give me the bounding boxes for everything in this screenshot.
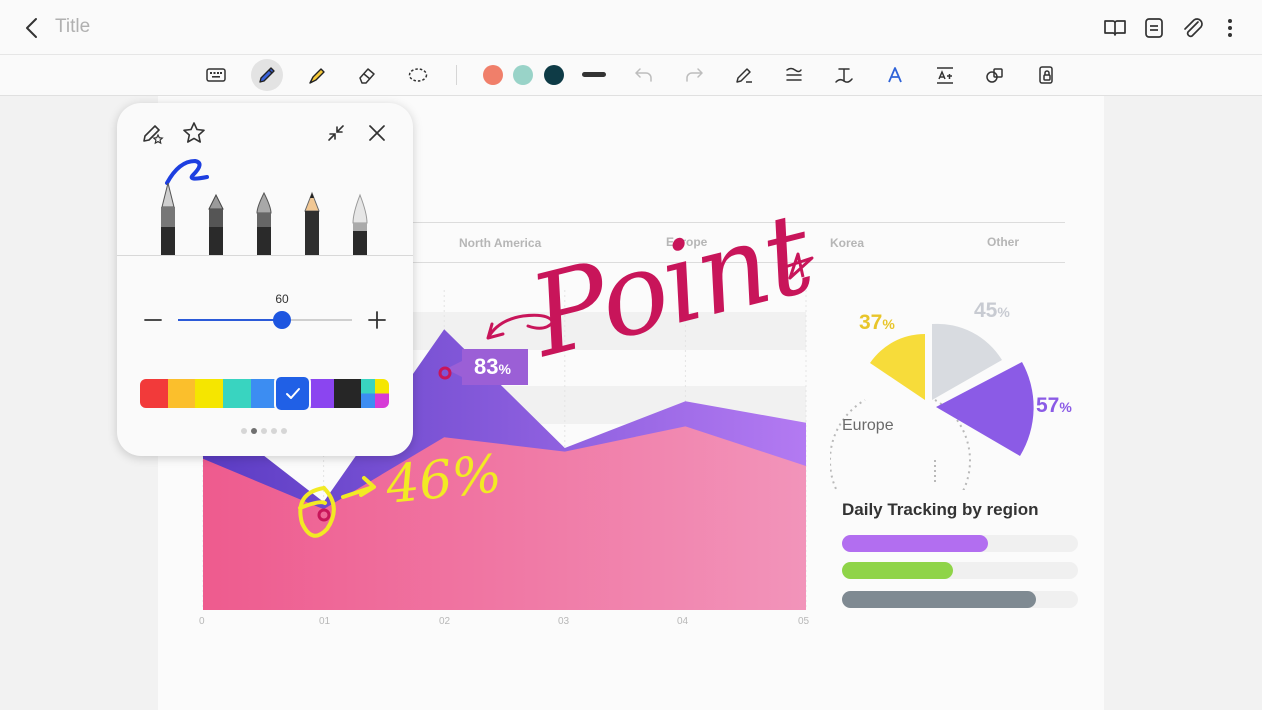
page-dot[interactable] — [271, 428, 277, 434]
panel-divider — [117, 255, 413, 256]
pen-size-slider-fill — [178, 319, 283, 321]
pen-type-row — [117, 103, 413, 255]
pen-types — [161, 183, 368, 255]
tracking-bar-fill — [842, 591, 1036, 608]
pen-size-slider-thumb[interactable] — [273, 311, 292, 329]
calligraphy-pen-icon[interactable] — [208, 193, 224, 255]
pen-size-slider[interactable] — [178, 311, 352, 329]
pencil-icon[interactable] — [304, 191, 320, 255]
pen-favorites-icon[interactable] — [140, 120, 166, 146]
tracking-bar-1 — [842, 535, 1078, 552]
tracking-bar-2 — [842, 562, 1078, 579]
tracking-bar-3 — [842, 591, 1078, 608]
palette-color-7[interactable] — [333, 379, 362, 408]
palette-page-indicator — [241, 428, 287, 434]
palette-multicolor-icon[interactable] — [361, 379, 389, 408]
pie-region-label: Europe — [842, 417, 894, 434]
page-dot[interactable] — [281, 428, 287, 434]
brush-pen-icon[interactable] — [256, 191, 272, 255]
marker-pen-icon[interactable] — [352, 193, 368, 255]
minimize-icon[interactable] — [323, 120, 349, 146]
palette-color-1[interactable] — [167, 379, 196, 408]
star-icon[interactable] — [181, 120, 207, 146]
tracking-bar-fill — [842, 562, 953, 579]
selected-color-checkmark-icon[interactable] — [276, 377, 309, 410]
decrease-size-icon[interactable] — [140, 307, 166, 333]
handwriting-46-percent: 46% — [383, 444, 505, 516]
page-dot[interactable] — [261, 428, 267, 434]
tracking-title: Daily Tracking by region — [842, 500, 1039, 519]
palette-color-6[interactable] — [306, 379, 334, 408]
close-icon[interactable] — [364, 120, 390, 146]
palette-color-2[interactable] — [195, 379, 224, 408]
pen-settings-panel: 60 — [117, 103, 413, 456]
palette-color-3[interactable] — [223, 379, 251, 408]
pen-size-value: 60 — [275, 292, 289, 306]
pie-label-37: 37% — [859, 311, 895, 334]
palette-color-0[interactable] — [140, 379, 168, 408]
pie-label-45: 45% — [974, 299, 1010, 322]
tracking-bar-fill — [842, 535, 989, 552]
increase-size-icon[interactable] — [364, 307, 390, 333]
fountain-pen-icon[interactable] — [161, 183, 175, 255]
palette-color-4[interactable] — [250, 379, 279, 408]
page-dot[interactable] — [251, 428, 257, 434]
color-palette — [140, 379, 389, 408]
page-dot[interactable] — [241, 428, 247, 434]
pie-label-57: 57% — [1036, 394, 1072, 417]
